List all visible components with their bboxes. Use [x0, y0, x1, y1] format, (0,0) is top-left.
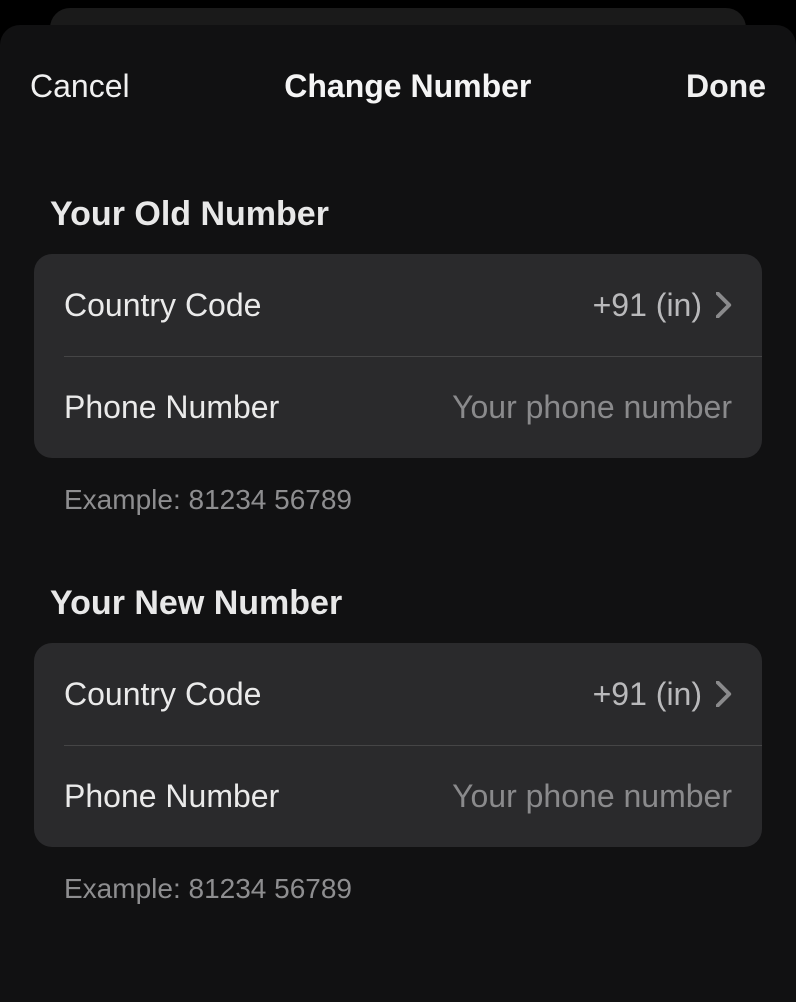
- old-phone-input[interactable]: [279, 389, 732, 426]
- old-number-section-header: Your Old Number: [34, 195, 762, 254]
- modal-sheet: Cancel Change Number Done Your Old Numbe…: [0, 25, 796, 1002]
- old-country-code-value: +91 (in): [593, 287, 702, 324]
- chevron-right-icon: [716, 681, 732, 707]
- old-country-code-value-wrap: +91 (in): [593, 287, 732, 324]
- new-number-example: Example: 81234 56789: [34, 847, 762, 905]
- new-country-code-value-wrap: +91 (in): [593, 676, 732, 713]
- chevron-right-icon: [716, 292, 732, 318]
- new-country-code-value: +91 (in): [593, 676, 702, 713]
- content-area: Your Old Number Country Code +91 (in) Ph…: [0, 120, 796, 905]
- new-country-code-row[interactable]: Country Code +91 (in): [34, 643, 762, 745]
- new-number-section-header: Your New Number: [34, 584, 762, 643]
- old-country-code-row[interactable]: Country Code +91 (in): [34, 254, 762, 356]
- old-country-code-label: Country Code: [64, 287, 261, 324]
- page-title: Change Number: [130, 68, 686, 105]
- new-country-code-label: Country Code: [64, 676, 261, 713]
- old-phone-label: Phone Number: [64, 389, 279, 426]
- new-phone-row: Phone Number: [64, 745, 762, 847]
- old-phone-row: Phone Number: [64, 356, 762, 458]
- navigation-bar: Cancel Change Number Done: [0, 25, 796, 120]
- new-number-group: Country Code +91 (in) Phone Number: [34, 643, 762, 847]
- new-phone-label: Phone Number: [64, 778, 279, 815]
- old-number-group: Country Code +91 (in) Phone Number: [34, 254, 762, 458]
- old-number-example: Example: 81234 56789: [34, 458, 762, 516]
- new-phone-input[interactable]: [279, 778, 732, 815]
- cancel-button[interactable]: Cancel: [30, 68, 130, 105]
- done-button[interactable]: Done: [686, 68, 766, 105]
